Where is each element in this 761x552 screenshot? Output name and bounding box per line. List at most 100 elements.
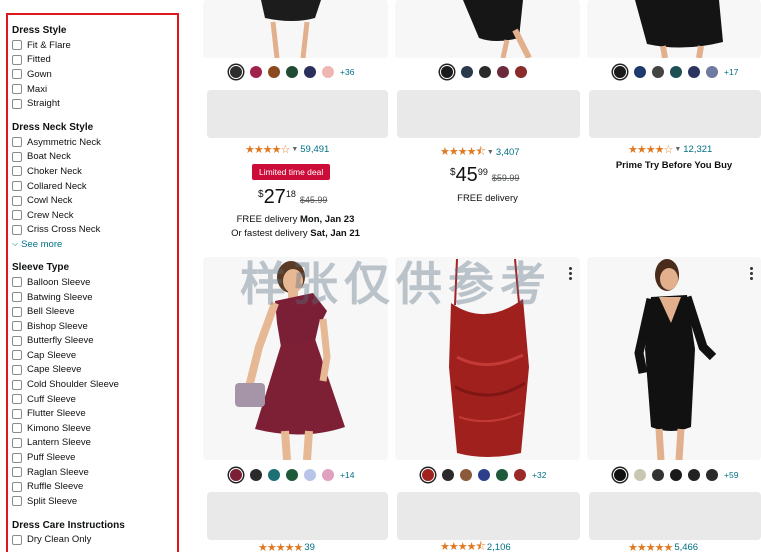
color-swatch[interactable]	[422, 469, 434, 481]
checkbox-icon[interactable]	[12, 292, 22, 303]
filter-option[interactable]: Cold Shoulder Sleeve	[12, 377, 177, 392]
filter-option[interactable]: Bell Sleeve	[12, 304, 177, 319]
more-colors-link[interactable]: +59	[724, 470, 738, 480]
color-swatch[interactable]	[634, 469, 646, 481]
filter-option[interactable]: Ruffle Sleeve	[12, 479, 177, 494]
checkbox-icon[interactable]	[12, 452, 22, 463]
color-swatch[interactable]	[688, 66, 700, 78]
filter-option[interactable]: Cap Sleeve	[12, 348, 177, 363]
checkbox-icon[interactable]	[12, 335, 22, 346]
checkbox-icon[interactable]	[12, 69, 22, 80]
filter-option[interactable]: Flutter Sleeve	[12, 406, 177, 421]
checkbox-icon[interactable]	[12, 84, 22, 95]
checkbox-icon[interactable]	[12, 277, 22, 288]
filter-option[interactable]: Fitted	[12, 53, 177, 68]
product-image[interactable]	[395, 0, 580, 58]
checkbox-icon[interactable]	[12, 364, 22, 375]
color-swatch[interactable]	[304, 66, 316, 78]
filter-option[interactable]: Cape Sleeve	[12, 363, 177, 378]
more-options-icon[interactable]	[569, 267, 572, 282]
review-count[interactable]: 2,106	[487, 542, 511, 552]
checkbox-icon[interactable]	[12, 379, 22, 390]
review-count[interactable]: 59,491	[300, 144, 329, 155]
checkbox-icon[interactable]	[12, 195, 22, 206]
color-swatch[interactable]	[442, 469, 454, 481]
filter-option[interactable]: Asymmetric Neck	[12, 135, 177, 150]
color-swatch[interactable]	[286, 469, 298, 481]
rating[interactable]: ★★★★★ 5,466	[628, 542, 698, 552]
filter-option[interactable]: Cuff Sleeve	[12, 392, 177, 407]
see-more-link[interactable]: ⌵ See more	[12, 237, 177, 251]
color-swatch[interactable]	[652, 66, 664, 78]
product-card[interactable]	[395, 0, 580, 58]
filter-option[interactable]: Puff Sleeve	[12, 450, 177, 465]
checkbox-icon[interactable]	[12, 181, 22, 192]
color-swatch[interactable]	[460, 469, 472, 481]
color-swatch[interactable]	[441, 66, 453, 78]
filter-option[interactable]: Criss Cross Neck	[12, 223, 177, 238]
color-swatch[interactable]	[286, 66, 298, 78]
filter-option[interactable]: Batwing Sleeve	[12, 290, 177, 305]
product-image[interactable]	[587, 257, 761, 460]
filter-option[interactable]: Straight	[12, 96, 177, 111]
filter-option[interactable]: Kimono Sleeve	[12, 421, 177, 436]
checkbox-icon[interactable]	[12, 408, 22, 419]
checkbox-icon[interactable]	[12, 137, 22, 148]
filter-option[interactable]: Butterfly Sleeve	[12, 334, 177, 349]
more-colors-link[interactable]: +32	[532, 470, 546, 480]
filter-option[interactable]: Fit & Flare	[12, 38, 177, 53]
filter-option[interactable]: Raglan Sleeve	[12, 465, 177, 480]
filter-option[interactable]: Dry Clean Only	[12, 533, 177, 548]
checkbox-icon[interactable]	[12, 306, 22, 317]
product-image[interactable]	[203, 0, 388, 58]
color-swatch[interactable]	[250, 66, 262, 78]
color-swatch[interactable]	[634, 66, 646, 78]
checkbox-icon[interactable]	[12, 54, 22, 65]
product-card[interactable]	[587, 257, 761, 460]
price[interactable]: $ 45 99 $59.99	[450, 164, 519, 186]
checkbox-icon[interactable]	[12, 40, 22, 51]
filter-option[interactable]: Collared Neck	[12, 179, 177, 194]
color-swatch[interactable]	[614, 469, 626, 481]
color-swatch[interactable]	[230, 66, 242, 78]
filter-option[interactable]: Bishop Sleeve	[12, 319, 177, 334]
filter-option[interactable]: Boat Neck	[12, 150, 177, 165]
more-colors-link[interactable]: +14	[340, 470, 354, 480]
checkbox-icon[interactable]	[12, 321, 22, 332]
rating[interactable]: ★★★★☆ ▼ 12,321	[628, 143, 712, 156]
color-swatch[interactable]	[496, 469, 508, 481]
rating[interactable]: ★★★★⯪ ▼ 3,407	[440, 143, 520, 162]
checkbox-icon[interactable]	[12, 481, 22, 492]
color-swatch[interactable]	[268, 469, 280, 481]
color-swatch[interactable]	[515, 66, 527, 78]
color-swatch[interactable]	[706, 66, 718, 78]
filter-option[interactable]: Lantern Sleeve	[12, 436, 177, 451]
price[interactable]: $ 27 18 $45.99	[258, 186, 327, 208]
color-swatch[interactable]	[478, 469, 490, 481]
rating[interactable]: ★★★★☆ ▼ 59,491	[245, 143, 329, 156]
checkbox-icon[interactable]	[12, 423, 22, 434]
product-card[interactable]	[587, 0, 761, 58]
color-swatch[interactable]	[670, 66, 682, 78]
color-swatch[interactable]	[322, 66, 334, 78]
review-count[interactable]: 5,466	[674, 542, 698, 552]
filter-option[interactable]: Choker Neck	[12, 164, 177, 179]
filter-option[interactable]: Maxi	[12, 82, 177, 97]
checkbox-icon[interactable]	[12, 437, 22, 448]
more-options-icon[interactable]	[750, 267, 753, 282]
filter-option[interactable]: Cowl Neck	[12, 193, 177, 208]
color-swatch[interactable]	[304, 469, 316, 481]
color-swatch[interactable]	[479, 66, 491, 78]
more-colors-link[interactable]: +36	[340, 67, 354, 77]
review-count[interactable]: 12,321	[683, 144, 712, 155]
checkbox-icon[interactable]	[12, 534, 22, 545]
color-swatch[interactable]	[497, 66, 509, 78]
filter-option[interactable]: Gown	[12, 67, 177, 82]
color-swatch[interactable]	[230, 469, 242, 481]
product-card[interactable]	[203, 0, 388, 58]
color-swatch[interactable]	[670, 469, 682, 481]
checkbox-icon[interactable]	[12, 496, 22, 507]
color-swatch[interactable]	[514, 469, 526, 481]
checkbox-icon[interactable]	[12, 350, 22, 361]
rating[interactable]: ★★★★★ 39	[258, 542, 315, 552]
